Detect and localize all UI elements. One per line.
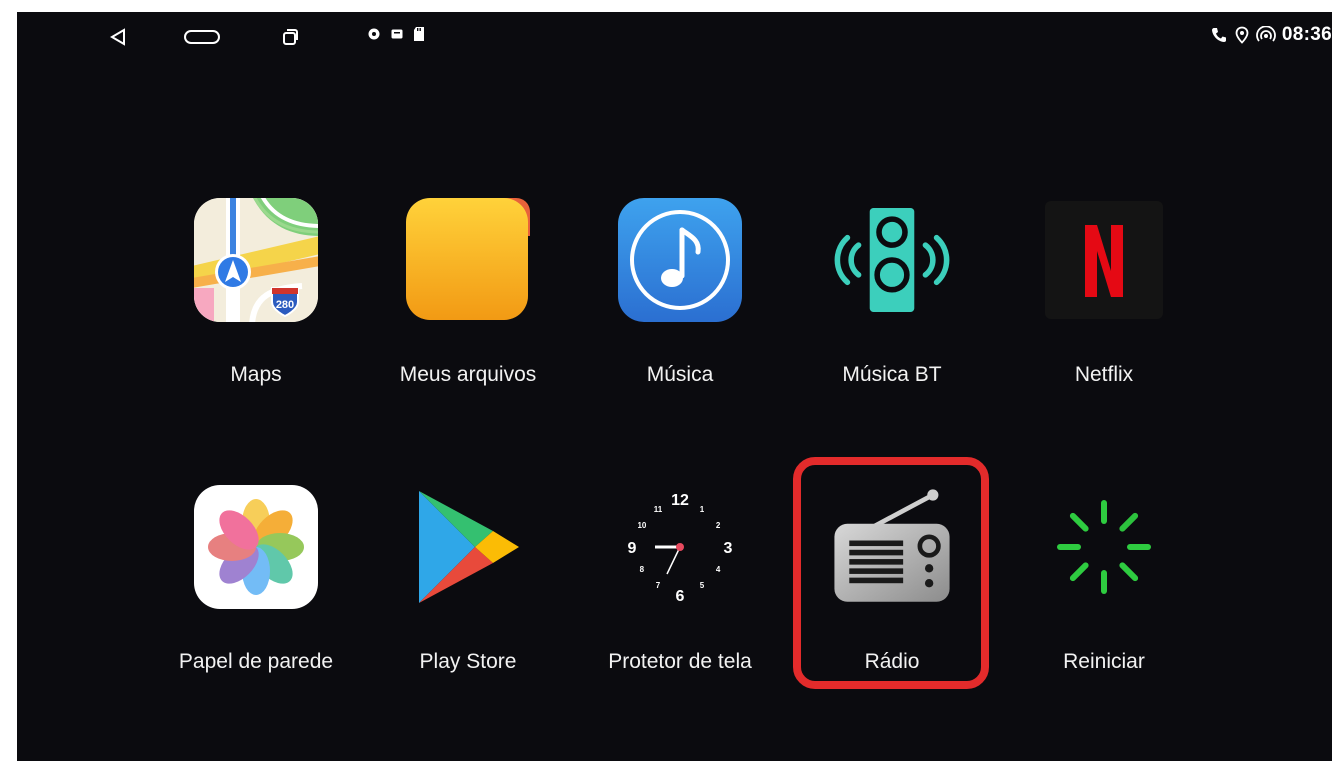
clock-number: 4	[716, 565, 721, 574]
square-icon	[391, 29, 403, 39]
notification-icons	[367, 26, 425, 42]
home-button[interactable]	[182, 24, 222, 50]
app-radio[interactable]: Rádio	[797, 482, 987, 674]
recent-apps-icon	[283, 29, 298, 45]
app-netflix[interactable]: Netflix	[1009, 195, 1199, 387]
app-label: Meus arquivos	[399, 363, 537, 386]
app-musica[interactable]: Música	[585, 195, 775, 387]
clock-number: 5	[700, 581, 705, 590]
hotspot-icon	[1256, 26, 1276, 42]
clock-number: 3	[724, 540, 733, 557]
app-label: Rádio	[864, 650, 920, 673]
clock-number: 11	[654, 505, 663, 514]
app-label: Netflix	[1074, 363, 1134, 386]
app-papel-de-parede[interactable]: Papel de parede	[161, 482, 351, 674]
app-musica-bt[interactable]: Música BT	[797, 195, 987, 387]
back-button[interactable]	[105, 24, 131, 50]
app-reiniciar[interactable]: Reiniciar	[1009, 482, 1199, 674]
location-dot-icon	[368, 28, 380, 40]
app-meus-arquivos[interactable]: Meus arquivos	[373, 195, 563, 387]
folder-icon	[406, 198, 530, 320]
app-label: Música	[646, 363, 714, 386]
app-label: Play Store	[419, 650, 517, 673]
app-maps[interactable]: 280 Maps	[161, 195, 351, 387]
clock-number: 7	[656, 581, 661, 590]
restart-spinner-icon	[1057, 500, 1151, 594]
sd-card-icon	[414, 27, 424, 41]
clock-number: 8	[640, 565, 645, 574]
clock-number: 2	[716, 521, 721, 530]
recent-apps-button[interactable]	[277, 24, 303, 50]
music-note-icon	[618, 198, 742, 322]
home-screen: 08:36 280 Maps Meus arquivos Música Músi…	[17, 12, 1332, 761]
app-label: Protetor de tela	[608, 650, 752, 673]
bluetooth-speaker-icon	[834, 208, 950, 312]
app-label: Papel de parede	[178, 650, 334, 673]
play-store-icon	[419, 491, 519, 603]
clock-number: 10	[637, 521, 646, 530]
clock-number: 1	[700, 505, 705, 514]
app-protetor-de-tela[interactable]: 12 1 2 3 4 5 6 7 8 9 10 11 Protetor de tela	[585, 482, 775, 674]
status-right: 08:36	[1210, 24, 1332, 46]
app-play-store[interactable]: Play Store	[373, 482, 563, 674]
clock-number: 9	[628, 540, 637, 557]
status-time: 08:36	[1281, 24, 1332, 45]
clock-number: 6	[676, 588, 685, 605]
maps-shield-text: 280	[276, 299, 294, 311]
app-label: Reiniciar	[1063, 650, 1145, 673]
clock-icon: 121234567891011	[628, 492, 733, 605]
back-triangle-icon	[110, 28, 125, 46]
maps-icon: 280	[194, 198, 318, 322]
app-label: Música BT	[842, 363, 942, 386]
phone-icon	[1211, 28, 1226, 42]
location-pin-icon	[1235, 26, 1249, 44]
status-bar: 08:36	[17, 12, 1332, 62]
home-pill-icon	[184, 30, 220, 44]
app-label: Maps	[230, 363, 282, 386]
netflix-icon	[1045, 201, 1163, 319]
clock-number: 12	[671, 492, 689, 509]
photos-flower-icon	[194, 485, 318, 609]
radio-icon	[834, 489, 950, 602]
